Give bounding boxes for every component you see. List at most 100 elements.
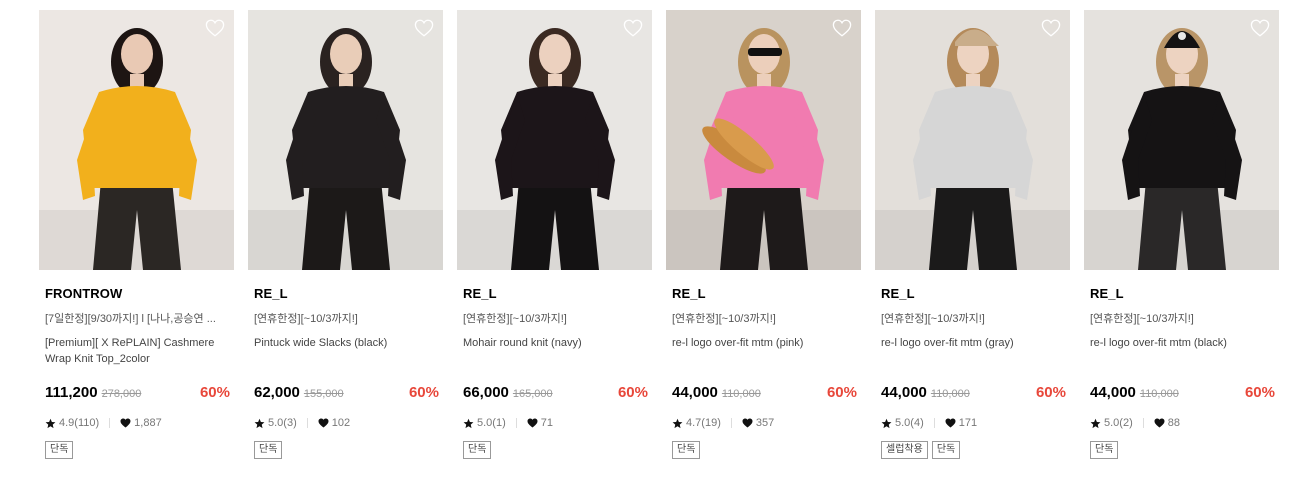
model-face [330,34,362,74]
price-row: 111,200 278,000 60% [45,384,230,404]
sale-price: 66,000 [463,384,509,401]
heart-filled-icon [120,418,131,428]
star-icon [45,418,56,428]
product-image[interactable] [457,10,652,270]
product-info: RE_L [연휴한정][~10/3까지!] re-l logo over-fit… [666,286,861,459]
product-name[interactable]: re-l logo over-fit mtm (black) [1090,335,1275,369]
product-photo-illustration [666,10,861,270]
price-row: 62,000 155,000 60% [254,384,439,404]
model-face [121,34,153,74]
product-card-5[interactable]: RE_L [연휴한정][~10/3까지!] re-l logo over-fit… [875,10,1070,459]
heart-filled-icon [1154,418,1165,428]
brand-name[interactable]: RE_L [1090,286,1275,302]
heart-filled-icon [742,418,753,428]
wishlist-heart-icon[interactable] [414,19,434,37]
review-stats: 5.0(3) 102 [254,416,439,430]
product-image[interactable] [248,10,443,270]
brand-name[interactable]: RE_L [881,286,1066,302]
promo-text[interactable]: [연휴한정][~10/3까지!] [463,312,648,326]
promo-text[interactable]: [연휴한정][~10/3까지!] [1090,312,1275,326]
product-photo-illustration [875,10,1070,270]
like-count: 357 [755,417,775,429]
brand-name[interactable]: RE_L [463,286,648,302]
wishlist-heart-icon[interactable] [623,19,643,37]
price-row: 44,000 110,000 60% [881,384,1066,404]
discount-rate: 60% [826,384,857,401]
product-card-2[interactable]: RE_L [연휴한정][~10/3까지!] Pintuck wide Slack… [248,10,443,459]
promo-text[interactable]: [연휴한정][~10/3까지!] [672,312,857,326]
product-photo-illustration [457,10,652,270]
tag-list: 셀럽착용 단독 [881,441,1066,459]
star-icon [881,418,892,428]
product-card-3[interactable]: RE_L [연휴한정][~10/3까지!] Mohair round knit … [457,10,652,459]
price-row: 44,000 110,000 60% [672,384,857,404]
product-tag: 단독 [1090,441,1119,459]
sale-price: 111,200 [45,384,98,401]
product-name[interactable]: re-l logo over-fit mtm (pink) [672,335,857,369]
wishlist-heart-icon[interactable] [1250,19,1270,37]
brand-name[interactable]: RE_L [254,286,439,302]
product-info: RE_L [연휴한정][~10/3까지!] Pintuck wide Slack… [248,286,443,459]
product-photo-illustration [248,10,443,270]
tag-list: 단독 [672,441,857,459]
product-name[interactable]: re-l logo over-fit mtm (gray) [881,335,1066,369]
rating-value: 4.7(19) [686,417,721,429]
product-info: RE_L [연휴한정][~10/3까지!] re-l logo over-fit… [1084,286,1279,459]
heart-filled-icon [945,418,956,428]
photo-floor [666,210,861,270]
product-image[interactable] [666,10,861,270]
star-icon [672,418,683,428]
like-count: 1,887 [134,417,162,429]
product-tag: 단독 [45,441,74,459]
product-name[interactable]: [Premium][ X RePLAIN] Cashmere Wrap Knit… [45,335,230,369]
product-name[interactable]: Mohair round knit (navy) [463,335,648,369]
product-info: RE_L [연휴한정][~10/3까지!] re-l logo over-fit… [875,286,1070,459]
rating-value: 5.0(3) [268,417,297,429]
product-grid: FRONTROW [7일한정][9/30까지!] l [나나,공승연 ... [… [39,10,1279,459]
original-price: 110,000 [930,388,970,400]
divider [1142,418,1144,428]
sale-price: 44,000 [1090,384,1136,401]
divider [933,418,935,428]
divider [109,418,111,428]
brand-name[interactable]: FRONTROW [45,286,230,302]
photo-floor [1084,210,1279,270]
wishlist-heart-icon[interactable] [832,19,852,37]
photo-floor [875,210,1070,270]
original-price: 110,000 [1139,388,1179,400]
photo-floor [39,210,234,270]
product-card-4[interactable]: RE_L [연휴한정][~10/3까지!] re-l logo over-fit… [666,10,861,459]
product-card-1[interactable]: FRONTROW [7일한정][9/30까지!] l [나나,공승연 ... [… [39,10,234,459]
product-image[interactable] [875,10,1070,270]
promo-text[interactable]: [연휴한정][~10/3까지!] [881,312,1066,326]
product-card-6[interactable]: RE_L [연휴한정][~10/3까지!] re-l logo over-fit… [1084,10,1279,459]
like-count: 88 [1167,417,1180,429]
discount-rate: 60% [1244,384,1275,401]
divider [515,418,517,428]
discount-rate: 60% [617,384,648,401]
tag-list: 단독 [1090,441,1275,459]
review-stats: 4.9(110) 1,887 [45,416,230,430]
review-stats: 5.0(2) 88 [1090,416,1275,430]
product-name[interactable]: Pintuck wide Slacks (black) [254,335,439,369]
brand-name[interactable]: RE_L [672,286,857,302]
divider [306,418,308,428]
product-tag: 단독 [463,441,492,459]
wishlist-heart-icon[interactable] [1041,19,1061,37]
promo-text[interactable]: [7일한정][9/30까지!] l [나나,공승연 ... [45,312,230,326]
like-count: 171 [958,417,978,429]
original-price: 165,000 [512,388,553,400]
wishlist-heart-icon[interactable] [205,19,225,37]
product-image[interactable] [39,10,234,270]
original-price: 278,000 [101,388,142,400]
sale-price: 44,000 [881,384,927,401]
product-photo-illustration [39,10,234,270]
beanie-logo [1178,32,1186,40]
review-stats: 5.0(4) 171 [881,416,1066,430]
promo-text[interactable]: [연휴한정][~10/3까지!] [254,312,439,326]
discount-rate: 60% [408,384,439,401]
rating-value: 4.9(110) [59,417,100,429]
product-image[interactable] [1084,10,1279,270]
tag-list: 단독 [254,441,439,459]
original-price: 110,000 [721,388,761,400]
